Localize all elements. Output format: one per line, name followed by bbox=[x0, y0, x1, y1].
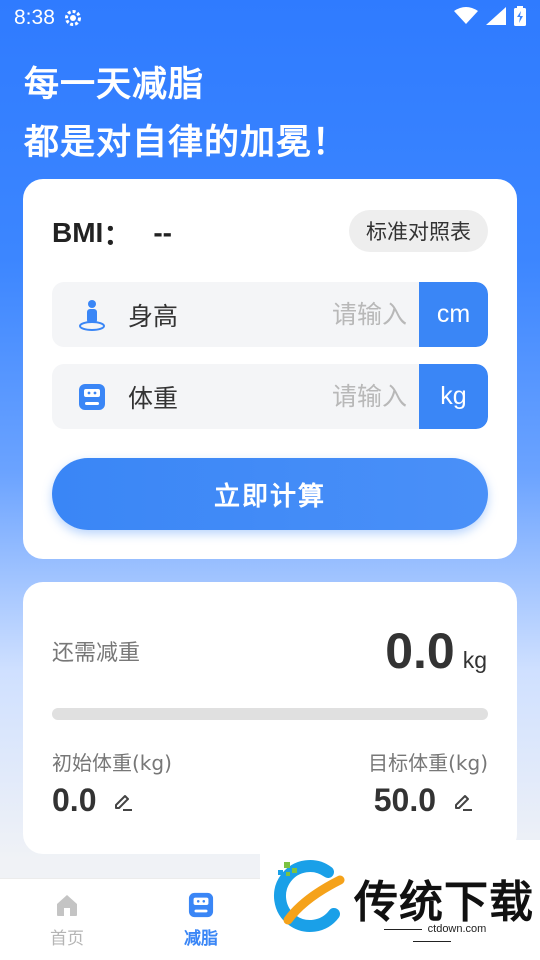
watermark: 传统下载 ctdown.com bbox=[260, 840, 540, 960]
bmi-value: -- bbox=[153, 217, 172, 248]
initial-weight-label: 初始体重(kg) bbox=[52, 751, 172, 775]
initial-weight-value: 0.0 bbox=[52, 782, 97, 818]
headline-line2: 都是对自律的加冕！ bbox=[24, 123, 349, 163]
height-input[interactable] bbox=[178, 300, 419, 329]
edit-target-weight-icon[interactable] bbox=[452, 790, 474, 812]
need-lose-value: 0.0 bbox=[385, 623, 455, 679]
weight-goal-card: 还需减重 0.0 kg 初始体重(kg) 目标体重(kg) 0.0 50.0 bbox=[23, 582, 517, 854]
edit-initial-weight-icon[interactable] bbox=[112, 790, 134, 812]
height-label: 身高 bbox=[128, 301, 179, 331]
weight-input-row[interactable]: 体重 kg bbox=[52, 364, 488, 429]
watermark-site: ctdown.com bbox=[354, 923, 510, 947]
home-icon bbox=[53, 891, 81, 919]
watermark-brand: 传统下载 bbox=[354, 877, 534, 928]
target-weight: 50.0 bbox=[374, 782, 474, 819]
status-bar: 8:38 bbox=[0, 0, 540, 36]
bmi-card: BMI ： -- 标准对照表 身高 cm 体重 kg bbox=[23, 179, 517, 559]
tab-home[interactable]: 首页 bbox=[12, 879, 122, 960]
target-weight-label: 目标体重(kg) bbox=[368, 751, 488, 775]
height-input-row[interactable]: 身高 cm bbox=[52, 282, 488, 347]
need-lose-unit: kg bbox=[462, 647, 487, 673]
calculate-button[interactable]: 立即计算 bbox=[52, 458, 488, 530]
bmi-result: BMI ： -- bbox=[52, 213, 172, 253]
need-lose-amount: 0.0 kg bbox=[385, 622, 487, 680]
headline-line1: 每一天减脂 bbox=[24, 65, 205, 105]
weight-unit: kg bbox=[419, 364, 488, 429]
cell-signal-icon bbox=[486, 6, 506, 30]
bmi-label: BMI bbox=[52, 217, 104, 248]
watermark-logo-icon bbox=[270, 858, 350, 938]
standard-table-button[interactable]: 标准对照表 bbox=[349, 210, 488, 252]
weight-loss-progress-bar bbox=[52, 708, 488, 720]
settings-gear-icon bbox=[63, 8, 83, 28]
tab-home-label: 首页 bbox=[50, 929, 84, 949]
initial-weight: 0.0 bbox=[52, 782, 134, 819]
status-time: 8:38 bbox=[14, 6, 55, 29]
weight-input[interactable] bbox=[178, 382, 419, 411]
bmi-colon: ： bbox=[103, 218, 132, 251]
tab-fat-loss[interactable]: 减脂 bbox=[146, 879, 256, 960]
weight-label: 体重 bbox=[128, 383, 179, 413]
tab-fat-loss-label: 减脂 bbox=[184, 929, 218, 949]
scale-icon bbox=[187, 891, 215, 919]
height-unit: cm bbox=[419, 282, 488, 347]
wifi-icon bbox=[454, 6, 478, 30]
scale-icon bbox=[78, 381, 106, 413]
need-lose-label: 还需减重 bbox=[52, 641, 141, 666]
person-height-icon bbox=[78, 299, 106, 331]
target-weight-value: 50.0 bbox=[373, 782, 436, 818]
battery-icon bbox=[514, 5, 526, 31]
